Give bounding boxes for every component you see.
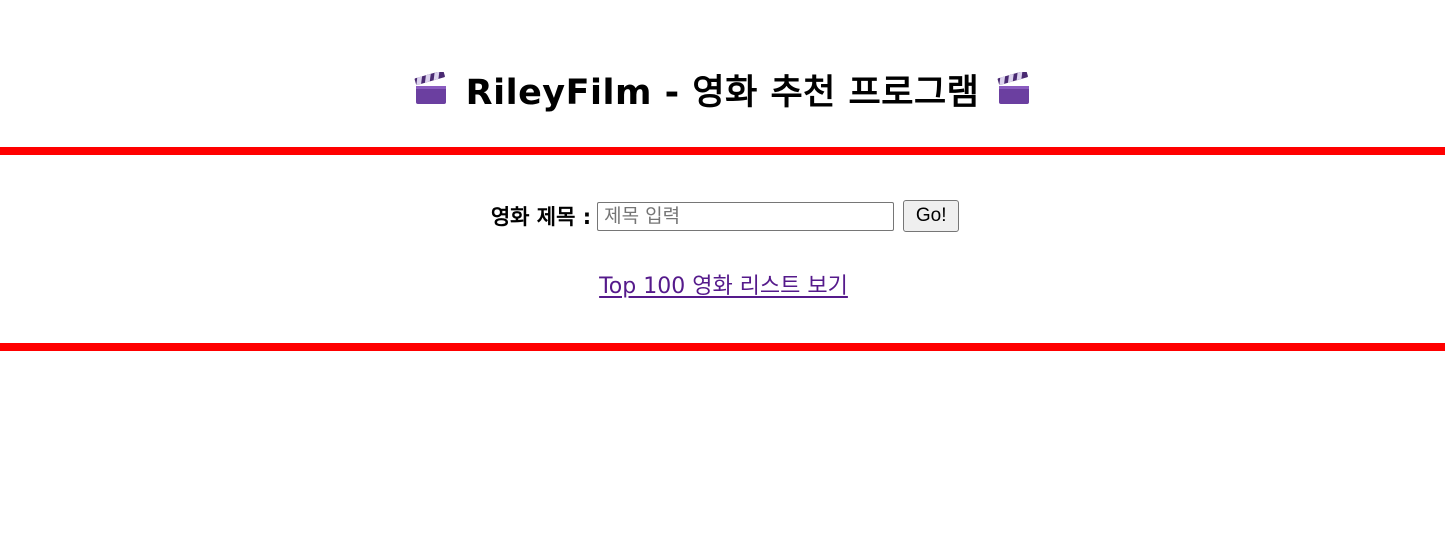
- page-title: RileyFilm - 영화 추천 프로그램: [465, 72, 980, 113]
- bottom-divider: [0, 343, 1445, 351]
- search-form: 영화 제목 : Go!: [0, 200, 1445, 232]
- movie-title-input[interactable]: [597, 201, 895, 231]
- search-group: 영화 제목 : Go!: [490, 200, 960, 232]
- clapper-board-icon: [414, 70, 448, 106]
- page-header: RileyFilm - 영화 추천 프로그램: [0, 58, 1445, 120]
- clapper-board-icon: [997, 70, 1031, 106]
- go-button[interactable]: Go!: [903, 200, 960, 232]
- title-row: RileyFilm - 영화 추천 프로그램: [414, 64, 1032, 115]
- top-divider: [0, 147, 1445, 155]
- link-row: Top 100 영화 리스트 보기: [0, 268, 1445, 300]
- movie-title-label: 영화 제목 :: [490, 205, 592, 229]
- top100-list-link[interactable]: Top 100 영화 리스트 보기: [599, 268, 848, 300]
